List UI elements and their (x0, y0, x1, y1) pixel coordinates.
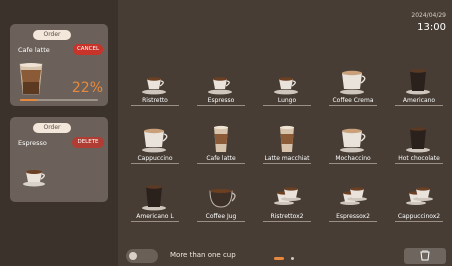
cancel-button[interactable]: CANCEL (73, 44, 103, 55)
latte-macchiato-glass-icon (280, 125, 294, 152)
progress-fill (20, 99, 38, 101)
time-display: 13:00 (417, 22, 446, 33)
espresso-cup-icon (23, 170, 45, 187)
drink-tile-hot-chocolate[interactable]: Hot chocolate (390, 125, 448, 167)
drink-tile-coffee-crema[interactable]: Coffee Crema (324, 67, 382, 109)
drink-underline (395, 105, 443, 106)
drink-underline (395, 163, 443, 164)
order-card-espresso: Order Espresso DELETE (10, 117, 108, 202)
cafe-latte-glass-icon (214, 125, 228, 152)
drink-underline (197, 163, 245, 164)
drink-label: Espressox2 (336, 213, 370, 220)
drink-label: Coffee Crema (332, 97, 374, 104)
drink-tile-lungo[interactable]: Lungo (258, 67, 316, 109)
toggle-knob (129, 252, 137, 260)
drink-underline (197, 221, 245, 222)
drink-tile-ristrettox2[interactable]: Ristrettox2 (258, 183, 316, 225)
coffee-crema-cup-icon (340, 70, 366, 95)
progress-bar (20, 99, 98, 101)
drink-tile-americano-l[interactable]: Americano L (126, 183, 184, 225)
drink-underline (263, 105, 311, 106)
cup-button[interactable] (404, 248, 446, 264)
mochaccino-cup-icon (340, 128, 366, 153)
drink-label: Latte macchiat (264, 155, 310, 162)
date-display: 2024/04/29 (411, 12, 446, 19)
order-card-cafe-latte: Order Cafe latte CANCEL 22% (10, 24, 108, 106)
drink-label: Mochaccino (335, 155, 371, 162)
americano-cup-icon (406, 69, 430, 95)
drink-tile-americano[interactable]: Americano (390, 67, 448, 109)
drink-underline (197, 105, 245, 106)
order-sidebar: Order Cafe latte CANCEL 22% Order Espres… (0, 0, 118, 266)
espresso-cup-icon (208, 77, 232, 95)
order-drink-name: Espresso (18, 139, 47, 147)
drink-underline (131, 105, 179, 106)
drink-label: Americano (402, 97, 436, 104)
drink-tile-coffee-jug[interactable]: Coffee Jug (192, 183, 250, 225)
progress-percent: 22% (71, 80, 103, 96)
espresso-double-cup-icon (340, 187, 367, 205)
drink-tile-latte-macchiat[interactable]: Latte macchiat (258, 125, 316, 167)
hot-chocolate-cup-icon (406, 127, 430, 153)
drink-underline (395, 221, 443, 222)
delete-button[interactable]: DELETE (72, 137, 104, 148)
drink-label: Lungo (277, 97, 297, 104)
multi-cup-toggle[interactable] (126, 249, 158, 263)
ristretto-double-cup-icon (274, 187, 301, 205)
drink-label: Cappuccino (137, 155, 173, 162)
order-drink-name: Cafe latte (18, 46, 50, 54)
drink-underline (329, 163, 377, 164)
ristretto-cup-icon (142, 77, 166, 95)
cafe-latte-glass-icon (19, 63, 43, 95)
drink-underline (263, 163, 311, 164)
drink-tile-mochaccino[interactable]: Mochaccino (324, 125, 382, 167)
cup-icon (420, 250, 430, 261)
lungo-cup-icon (274, 77, 298, 95)
drink-label: Hot chocolate (398, 155, 440, 162)
drink-underline (131, 163, 179, 164)
page-indicator[interactable] (291, 257, 294, 260)
coffee-jug-icon (209, 189, 236, 208)
drink-label: Ristrettox2 (270, 213, 304, 220)
drink-label: Espresso (207, 97, 235, 104)
drink-tile-ristretto[interactable]: Ristretto (126, 67, 184, 109)
drink-tile-espresso[interactable]: Espresso (192, 67, 250, 109)
drink-tile-cappuccino[interactable]: Cappuccino (126, 125, 184, 167)
drink-underline (263, 221, 311, 222)
drink-underline (131, 221, 179, 222)
order-badge: Order (33, 123, 71, 133)
drink-tile-espressox2[interactable]: Espressox2 (324, 183, 382, 225)
cappuccino-double-cup-icon (406, 187, 433, 205)
drink-underline (329, 221, 377, 222)
page-indicator-active[interactable] (274, 257, 284, 260)
drink-label: Cappuccinox2 (397, 213, 441, 220)
americano-large-cup-icon (142, 185, 166, 211)
order-badge: Order (33, 30, 71, 40)
drink-label: Ristretto (142, 97, 168, 104)
drink-tile-cafe-latte[interactable]: Cafe latte (192, 125, 250, 167)
drink-label: Americano L (136, 213, 174, 220)
drink-label: Cafe latte (206, 155, 236, 162)
drink-label: Coffee Jug (205, 213, 237, 220)
drink-underline (329, 105, 377, 106)
cappuccino-cup-icon (142, 128, 168, 153)
drink-tile-cappuccinox2[interactable]: Cappuccinox2 (390, 183, 448, 225)
multi-cup-label: More than one cup (170, 251, 236, 259)
